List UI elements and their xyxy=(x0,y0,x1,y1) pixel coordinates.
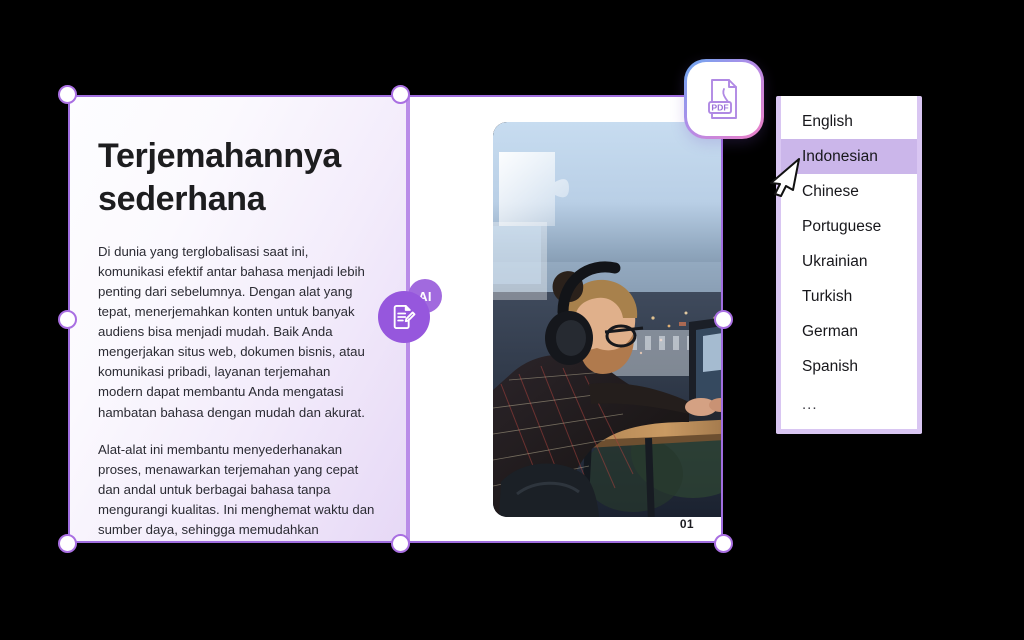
resize-handle-middle-right[interactable] xyxy=(714,310,733,329)
resize-handle-bottom-left[interactable] xyxy=(58,534,77,553)
language-option-spanish[interactable]: Spanish xyxy=(781,349,917,384)
svg-text:PDF: PDF xyxy=(711,102,728,112)
pdf-export-button[interactable]: PDF xyxy=(684,59,764,139)
resize-handle-top-middle[interactable] xyxy=(391,85,410,104)
slide-text-column[interactable]: Terjemahannya sederhana Di dunia yang te… xyxy=(70,97,407,541)
canvas: Terjemahannya sederhana Di dunia yang te… xyxy=(0,0,1024,640)
language-option-list: English Indonesian Chinese Portuguese Uk… xyxy=(781,96,917,422)
resize-handle-top-left[interactable] xyxy=(58,85,77,104)
resize-handle-bottom-right[interactable] xyxy=(714,534,733,553)
resize-handle-middle-left[interactable] xyxy=(58,310,77,329)
language-option-ukrainian[interactable]: Ukrainian xyxy=(781,244,917,279)
page-number: 01 xyxy=(679,517,694,531)
language-option-turkish[interactable]: Turkish xyxy=(781,279,917,314)
page-title: Terjemahannya sederhana xyxy=(98,137,342,218)
language-option-indonesian[interactable]: Indonesian xyxy=(781,139,917,174)
language-option-english[interactable]: English xyxy=(781,104,917,139)
language-option-more[interactable]: ... xyxy=(781,387,917,422)
slide-photo[interactable] xyxy=(493,122,721,517)
pdf-file-icon: PDF xyxy=(687,62,761,136)
resize-handle-bottom-middle[interactable] xyxy=(391,534,410,553)
slide-media-column[interactable]: 01 xyxy=(409,97,721,541)
photo-illustration xyxy=(493,122,721,517)
language-option-portuguese[interactable]: Portuguese xyxy=(781,209,917,244)
language-dropdown[interactable]: English Indonesian Chinese Portuguese Uk… xyxy=(776,96,922,434)
slide-paragraph-1: Di dunia yang terglobalisasi saat ini, k… xyxy=(98,244,365,420)
language-option-chinese[interactable]: Chinese xyxy=(781,174,917,209)
ai-badge[interactable]: AI xyxy=(378,279,442,343)
slide-paragraph-2: Alat-alat ini membantu menyederhanakan p… xyxy=(98,441,375,537)
document-edit-icon xyxy=(378,291,430,343)
language-option-german[interactable]: German xyxy=(781,314,917,349)
